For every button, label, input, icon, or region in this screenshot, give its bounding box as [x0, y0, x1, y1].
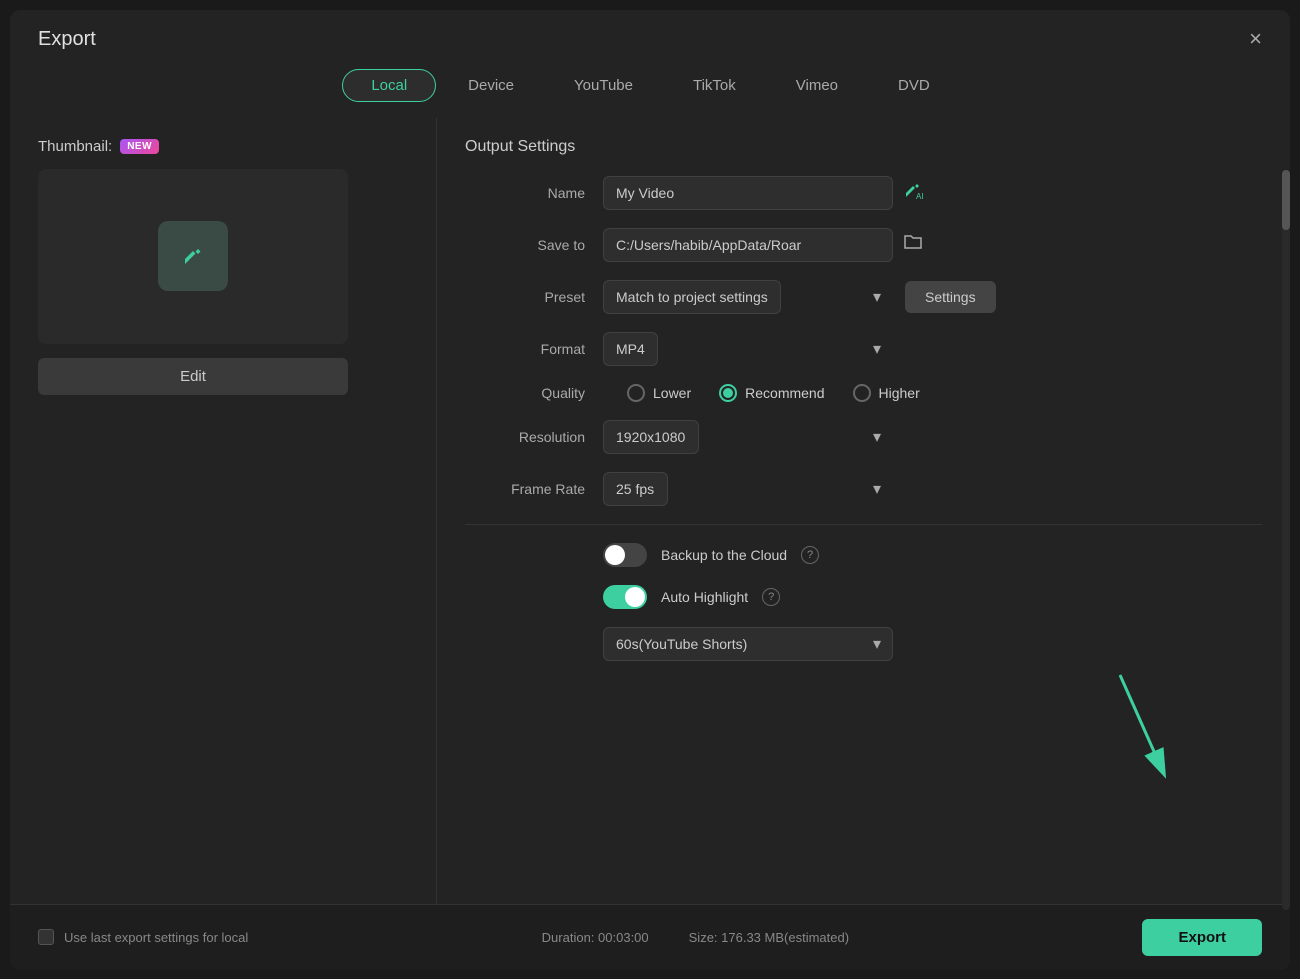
folder-button[interactable]	[903, 234, 923, 255]
auto-highlight-row: Auto Highlight ?	[465, 585, 1262, 609]
left-panel: Thumbnail: NEW Edit	[38, 118, 408, 904]
format-label: Format	[465, 341, 585, 357]
save-to-label: Save to	[465, 237, 585, 253]
output-settings-title: Output Settings	[465, 138, 1262, 156]
highlight-duration-select[interactable]: 60s(YouTube Shorts)	[603, 627, 893, 661]
tab-device[interactable]: Device	[440, 69, 542, 102]
frame-rate-label: Frame Rate	[465, 481, 585, 497]
radio-higher-outer	[853, 384, 871, 402]
main-content: Thumbnail: NEW Edit Output Settings N	[10, 118, 1290, 904]
auto-highlight-toggle-knob	[625, 587, 645, 607]
auto-highlight-help-icon[interactable]: ?	[762, 588, 780, 606]
highlight-duration-wrapper: 60s(YouTube Shorts)	[603, 627, 893, 661]
edit-pencil-icon	[175, 238, 211, 274]
save-to-row: Save to	[465, 228, 1262, 262]
backup-help-icon[interactable]: ?	[801, 546, 819, 564]
use-last-settings-label: Use last export settings for local	[64, 930, 248, 945]
dialog-header: Export ×	[10, 10, 1290, 61]
preset-label: Preset	[465, 289, 585, 305]
backup-toggle[interactable]	[603, 543, 647, 567]
tab-tiktok[interactable]: TikTok	[665, 69, 764, 102]
tab-youtube[interactable]: YouTube	[546, 69, 661, 102]
name-input[interactable]	[603, 176, 893, 210]
quality-higher-label: Higher	[879, 385, 920, 401]
quality-radio-group: Lower Recommend Higher	[627, 384, 920, 402]
preset-row: Preset Match to project settings Setting…	[465, 280, 1262, 314]
resolution-select[interactable]: 1920x1080	[603, 420, 699, 454]
settings-button[interactable]: Settings	[905, 281, 996, 313]
scrollbar-track	[1282, 170, 1290, 910]
preset-select[interactable]: Match to project settings	[603, 280, 781, 314]
ai-button[interactable]: AI	[903, 179, 925, 207]
thumbnail-preview	[38, 169, 348, 344]
new-badge: NEW	[120, 139, 159, 154]
frame-rate-select[interactable]: 25 fps	[603, 472, 668, 506]
backup-row: Backup to the Cloud ?	[465, 543, 1262, 567]
edit-button[interactable]: Edit	[38, 358, 348, 395]
format-select-wrapper: MP4	[603, 332, 893, 366]
auto-highlight-toggle[interactable]	[603, 585, 647, 609]
save-to-input[interactable]	[603, 228, 893, 262]
footer-info: Duration: 00:03:00 Size: 176.33 MB(estim…	[542, 930, 849, 945]
folder-icon	[903, 234, 923, 250]
thumbnail-label: Thumbnail: NEW	[38, 138, 408, 155]
auto-highlight-label: Auto Highlight	[661, 589, 748, 605]
scrollbar-thumb[interactable]	[1282, 170, 1290, 230]
radio-lower-outer	[627, 384, 645, 402]
svg-text:AI: AI	[916, 192, 924, 201]
name-label: Name	[465, 185, 585, 201]
radio-recommend-outer	[719, 384, 737, 402]
quality-recommend-label: Recommend	[745, 385, 824, 401]
thumbnail-icon	[158, 221, 228, 291]
frame-rate-select-wrapper: 25 fps	[603, 472, 893, 506]
quality-higher[interactable]: Higher	[853, 384, 920, 402]
frame-rate-row: Frame Rate 25 fps	[465, 472, 1262, 506]
quality-lower[interactable]: Lower	[627, 384, 691, 402]
quality-label: Quality	[465, 385, 585, 401]
preset-select-wrapper: Match to project settings	[603, 280, 893, 314]
close-button[interactable]: ×	[1249, 28, 1262, 50]
quality-row: Quality Lower Recommend Higher	[465, 384, 1262, 402]
vertical-divider	[436, 118, 437, 904]
tab-bar: Local Device YouTube TikTok Vimeo DVD	[10, 61, 1290, 118]
format-row: Format MP4	[465, 332, 1262, 366]
resolution-select-wrapper: 1920x1080	[603, 420, 893, 454]
tab-vimeo[interactable]: Vimeo	[768, 69, 866, 102]
duration-info: Duration: 00:03:00	[542, 930, 649, 945]
ai-pencil-icon: AI	[903, 179, 925, 201]
size-info: Size: 176.33 MB(estimated)	[689, 930, 849, 945]
backup-label: Backup to the Cloud	[661, 547, 787, 563]
tab-dvd[interactable]: DVD	[870, 69, 958, 102]
right-panel: Output Settings Name AI Save to	[465, 118, 1262, 904]
tab-local[interactable]: Local	[342, 69, 436, 102]
thumbnail-text: Thumbnail:	[38, 138, 112, 155]
quality-lower-label: Lower	[653, 385, 691, 401]
horizontal-divider	[465, 524, 1262, 525]
name-row: Name AI	[465, 176, 1262, 210]
use-last-settings-checkbox[interactable]	[38, 929, 54, 945]
footer-left: Use last export settings for local	[38, 929, 248, 945]
resolution-row: Resolution 1920x1080	[465, 420, 1262, 454]
format-select[interactable]: MP4	[603, 332, 658, 366]
quality-recommend[interactable]: Recommend	[719, 384, 824, 402]
resolution-label: Resolution	[465, 429, 585, 445]
export-button[interactable]: Export	[1142, 919, 1262, 956]
radio-recommend-inner	[723, 388, 733, 398]
backup-toggle-knob	[605, 545, 625, 565]
dialog-title: Export	[38, 28, 96, 51]
export-dialog: Export × Local Device YouTube TikTok Vim…	[10, 10, 1290, 970]
footer: Use last export settings for local Durat…	[10, 904, 1290, 970]
